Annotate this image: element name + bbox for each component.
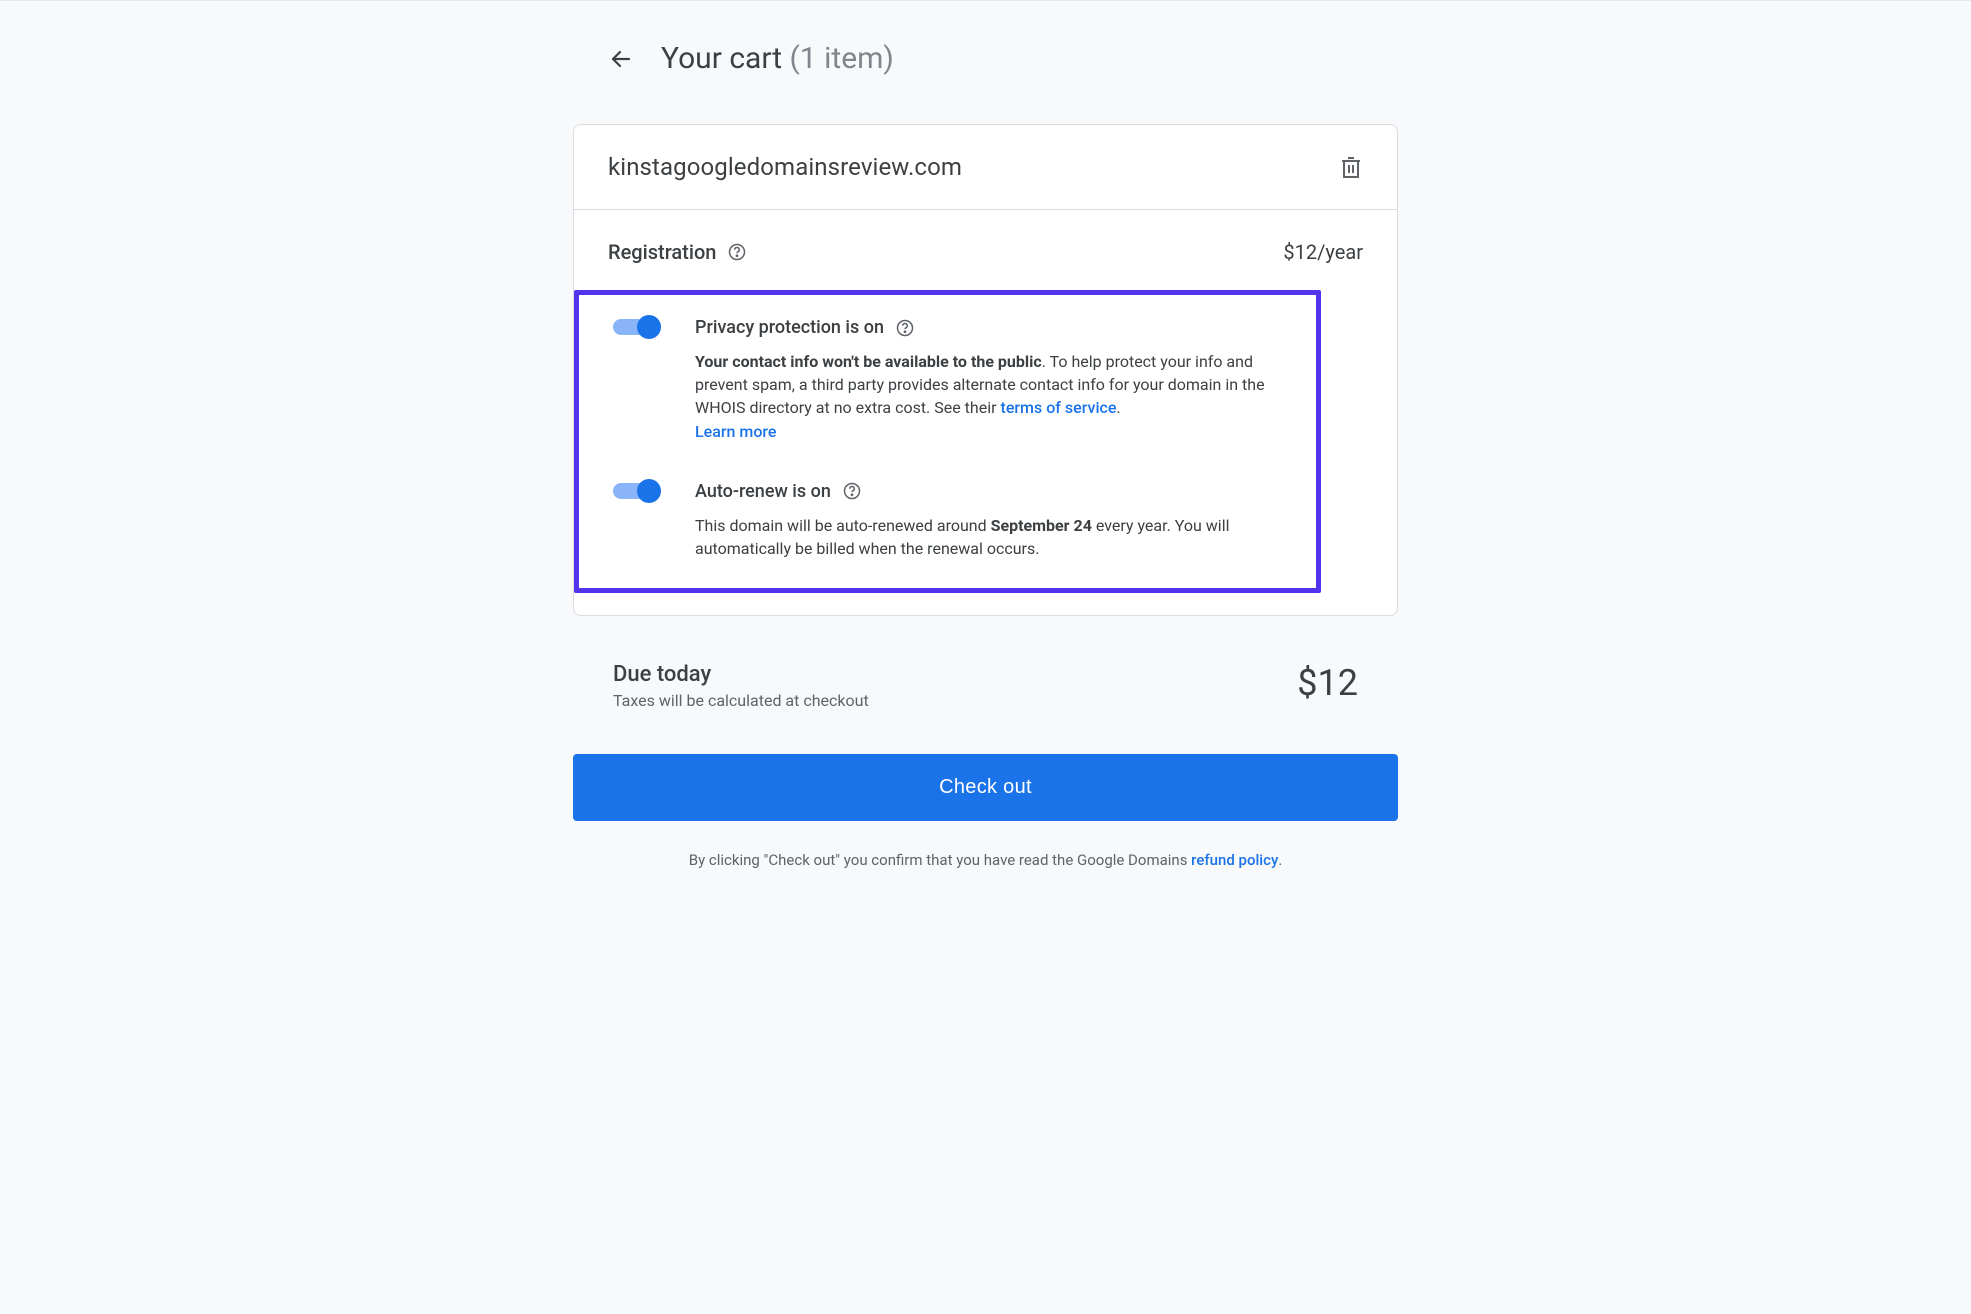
page-title-count: (1 item) xyxy=(790,41,894,76)
learn-more-link[interactable]: Learn more xyxy=(695,422,776,441)
refund-policy-link[interactable]: refund policy xyxy=(1191,851,1278,869)
autorenew-desc: This domain will be auto-renewed around … xyxy=(695,514,1282,560)
toggle-knob xyxy=(637,479,661,503)
page-title-text: Your cart xyxy=(661,41,782,76)
autorenew-option-body: Auto-renew is on This domain will be aut… xyxy=(695,481,1282,560)
cart-card-body: Registration $12/year Privacy protection… xyxy=(574,210,1397,615)
due-title: Due today xyxy=(613,662,869,687)
registration-price: $12/year xyxy=(1283,240,1363,264)
autorenew-date: September 24 xyxy=(991,516,1092,535)
cart-item-row: kinstagoogledomainsreview.com xyxy=(574,125,1397,210)
privacy-title-row: Privacy protection is on xyxy=(695,317,1282,338)
trash-icon xyxy=(1341,156,1361,178)
back-arrow-icon[interactable] xyxy=(609,47,633,71)
privacy-toggle[interactable] xyxy=(613,319,657,335)
due-left: Due today Taxes will be calculated at ch… xyxy=(613,662,869,710)
autorenew-desc-a: This domain will be auto-renewed around xyxy=(695,516,991,535)
privacy-desc: Your contact info won't be available to … xyxy=(695,350,1282,443)
disclaimer-text: By clicking "Check out" you confirm that… xyxy=(689,851,1191,869)
help-circle-icon xyxy=(728,243,746,261)
options-highlight-box: Privacy protection is on Your contact in… xyxy=(574,290,1321,593)
due-today-row: Due today Taxes will be calculated at ch… xyxy=(573,616,1398,716)
tos-link[interactable]: terms of service xyxy=(1001,398,1117,417)
privacy-option: Privacy protection is on Your contact in… xyxy=(613,303,1282,449)
privacy-title: Privacy protection is on xyxy=(695,317,884,338)
disclaimer: By clicking "Check out" you confirm that… xyxy=(573,851,1398,869)
privacy-desc-bold: Your contact info won't be available to … xyxy=(695,352,1042,371)
toggle-knob xyxy=(637,315,661,339)
cart-card: kinstagoogledomainsreview.com Registrati… xyxy=(573,124,1398,616)
due-amount: $12 xyxy=(1297,662,1358,704)
registration-help-icon[interactable] xyxy=(728,243,746,261)
autorenew-option: Auto-renew is on This domain will be aut… xyxy=(613,467,1282,566)
delete-item-button[interactable] xyxy=(1339,155,1363,179)
disclaimer-period: . xyxy=(1278,851,1282,869)
registration-label-wrap: Registration xyxy=(608,240,746,264)
privacy-help-icon[interactable] xyxy=(896,319,914,337)
autorenew-toggle[interactable] xyxy=(613,483,657,499)
due-subtitle: Taxes will be calculated at checkout xyxy=(613,691,869,710)
registration-label: Registration xyxy=(608,240,716,264)
help-circle-icon xyxy=(843,482,861,500)
help-circle-icon xyxy=(896,319,914,337)
page-header: Your cart (1 item) xyxy=(573,41,1398,76)
page-title: Your cart (1 item) xyxy=(661,41,894,76)
autorenew-title: Auto-renew is on xyxy=(695,481,831,502)
privacy-desc-period: . xyxy=(1116,398,1120,417)
autorenew-help-icon[interactable] xyxy=(843,482,861,500)
checkout-button[interactable]: Check out xyxy=(573,754,1398,821)
cart-page: Your cart (1 item) kinstagoogledomainsre… xyxy=(573,1,1398,909)
domain-name: kinstagoogledomainsreview.com xyxy=(608,153,962,181)
registration-row: Registration $12/year xyxy=(608,240,1363,264)
privacy-option-body: Privacy protection is on Your contact in… xyxy=(695,317,1282,443)
autorenew-title-row: Auto-renew is on xyxy=(695,481,1282,502)
